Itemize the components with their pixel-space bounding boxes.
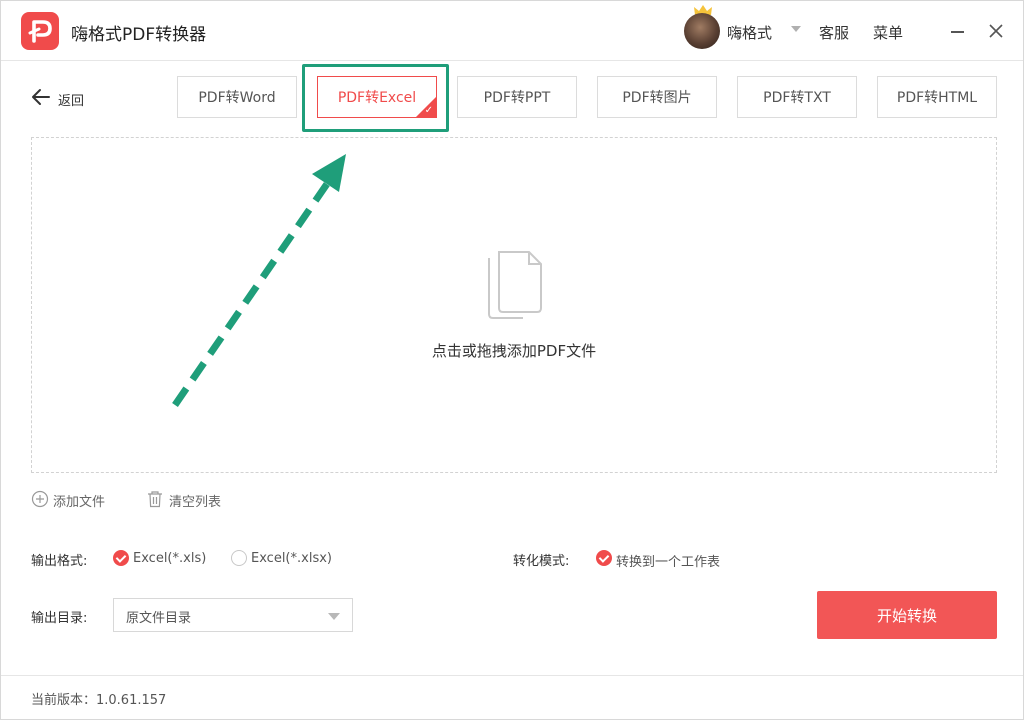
trash-icon — [148, 491, 162, 508]
minimize-icon[interactable] — [949, 23, 967, 39]
status-bar: 当前版本：1.0.61.157 — [1, 675, 1023, 719]
conversion-mode-label: 转化模式: — [513, 554, 570, 569]
version-text: 当前版本：1.0.61.157 — [31, 693, 167, 708]
radio-xlsx[interactable] — [231, 550, 247, 566]
app-window: 嗨格式PDF转换器 嗨格式 客服 菜单 返回 PDF转Word PDF转Exce… — [0, 0, 1024, 720]
close-icon[interactable] — [986, 21, 1006, 41]
tab-pdf-to-image[interactable]: PDF转图片 — [597, 76, 717, 118]
title-bar: 嗨格式PDF转换器 嗨格式 客服 菜单 — [1, 1, 1023, 61]
app-title: 嗨格式PDF转换器 — [71, 25, 207, 45]
clear-list-label: 清空列表 — [169, 495, 222, 510]
arrow-left-icon — [32, 89, 50, 105]
output-dir-label: 输出目录: — [31, 611, 88, 626]
output-dir-value: 原文件目录 — [126, 611, 192, 626]
app-logo-icon — [21, 12, 59, 50]
avatar[interactable] — [684, 13, 720, 49]
start-convert-button[interactable]: 开始转换 — [817, 591, 997, 639]
radio-xlsx-label[interactable]: Excel(*.xlsx) — [251, 551, 332, 566]
radio-xls[interactable] — [113, 550, 129, 566]
output-format-label: 输出格式: — [31, 554, 88, 569]
radio-single-sheet[interactable] — [596, 550, 612, 566]
output-dir-select[interactable]: 原文件目录 — [113, 598, 353, 632]
plus-circle-icon — [31, 490, 49, 508]
tab-pdf-to-html[interactable]: PDF转HTML — [877, 76, 997, 118]
add-file-label: 添加文件 — [53, 495, 106, 510]
tab-pdf-to-word[interactable]: PDF转Word — [177, 76, 297, 118]
menu-link[interactable]: 菜单 — [873, 22, 903, 43]
checkmark-icon: ✓ — [424, 105, 433, 116]
back-label: 返回 — [58, 94, 85, 109]
chevron-down-icon — [328, 613, 340, 620]
tab-pdf-to-excel[interactable]: PDF转Excel ✓ — [317, 76, 437, 118]
customer-service-link[interactable]: 客服 — [819, 22, 849, 43]
username[interactable]: 嗨格式 — [727, 22, 772, 43]
documents-icon — [488, 251, 542, 319]
annotation-arrow-icon — [172, 154, 346, 407]
radio-single-sheet-label[interactable]: 转换到一个工作表 — [616, 551, 720, 570]
tab-pdf-to-txt[interactable]: PDF转TXT — [737, 76, 857, 118]
radio-xls-label[interactable]: Excel(*.xls) — [133, 551, 206, 566]
tab-pdf-to-ppt[interactable]: PDF转PPT — [457, 76, 577, 118]
chevron-down-icon[interactable] — [791, 26, 801, 32]
